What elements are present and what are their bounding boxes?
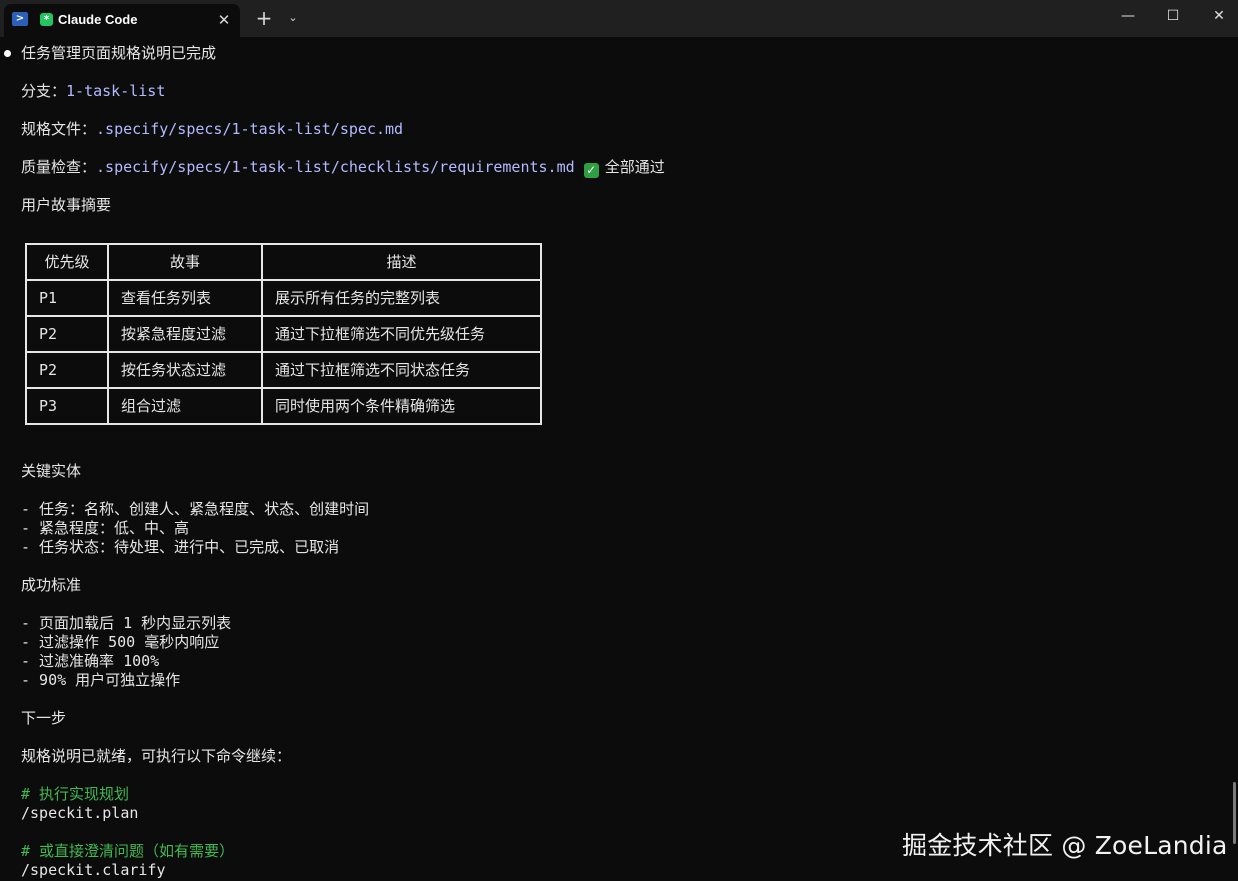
quality-label: 质量检查： <box>21 158 97 176</box>
table-header-row: 优先级 故事 描述 <box>25 243 542 281</box>
claude-icon: * <box>40 13 53 26</box>
spec-line: 规格文件：.specify/specs/1-task-list/spec.md <box>21 120 403 139</box>
table-row: P3 组合过滤 同时使用两个条件精确筛选 <box>25 387 542 425</box>
spec-label: 规格文件： <box>21 120 97 138</box>
next-step-title: 下一步 <box>21 709 67 727</box>
list-item: - 过滤操作 500 毫秒内响应 <box>21 633 220 651</box>
table-cell-priority: P1 <box>25 279 109 317</box>
tab-close-icon[interactable]: ✕ <box>213 10 235 30</box>
stories-title: 用户故事摘要 <box>21 196 112 214</box>
clarify-comment: # 或直接澄清问题（如有需要） <box>21 842 235 860</box>
title-bar: > * Claude Code ✕ + ⌄ — ☐ ✕ <box>0 0 1238 37</box>
watermark: 掘金技术社区 @ ZoeLandia <box>902 831 1228 860</box>
close-window-button[interactable]: ✕ <box>1196 0 1238 32</box>
table-row: P2 按紧急程度过滤 通过下拉框筛选不同优先级任务 <box>25 315 542 353</box>
tab-title: Claude Code <box>58 12 138 27</box>
table-row: P2 按任务状态过滤 通过下拉框筛选不同状态任务 <box>25 351 542 389</box>
table-cell-story: 按任务状态过滤 <box>107 351 263 389</box>
terminal-output[interactable]: 任务管理页面规格说明已完成 分支：1-task-list 规格文件：.speci… <box>0 37 1238 881</box>
spec-path: .specify/specs/1-task-list/spec.md <box>96 120 404 138</box>
tab-dropdown-icon[interactable]: ⌄ <box>283 9 303 27</box>
clarify-command: /speckit.clarify <box>21 861 166 879</box>
plan-comment: # 执行实现规划 <box>21 785 130 803</box>
minimize-button[interactable]: — <box>1105 0 1151 32</box>
table-cell-description: 同时使用两个条件精确筛选 <box>261 387 542 425</box>
plan-command: /speckit.plan <box>21 804 139 822</box>
maximize-button[interactable]: ☐ <box>1150 0 1196 32</box>
table-header: 优先级 <box>25 243 109 281</box>
criteria-title: 成功标准 <box>21 576 82 594</box>
list-item: - 任务：名称、创建人、紧急程度、状态、创建时间 <box>21 500 370 518</box>
next-step-description: 规格说明已就绪，可执行以下命令继续： <box>21 747 292 765</box>
new-tab-button[interactable]: + <box>253 8 275 28</box>
table-cell-story: 查看任务列表 <box>107 279 263 317</box>
branch-value: 1-task-list <box>66 82 166 100</box>
table-cell-story: 组合过滤 <box>107 387 263 425</box>
table-cell-story: 按紧急程度过滤 <box>107 315 263 353</box>
table-cell-description: 展示所有任务的完整列表 <box>261 279 542 317</box>
list-item: - 过滤准确率 100% <box>21 652 160 670</box>
list-item: - 90% 用户可独立操作 <box>21 671 181 689</box>
table-row: P1 查看任务列表 展示所有任务的完整列表 <box>25 279 542 317</box>
table-header: 故事 <box>107 243 263 281</box>
quality-status: 全部通过 <box>604 158 665 176</box>
table-cell-description: 通过下拉框筛选不同状态任务 <box>261 351 542 389</box>
table-cell-priority: P2 <box>25 315 109 353</box>
list-item: - 任务状态：待处理、进行中、已完成、已取消 <box>21 538 340 556</box>
branch-label: 分支： <box>21 82 67 100</box>
tab-claude-code[interactable]: > * Claude Code ✕ <box>4 4 240 37</box>
user-stories-table: 优先级 故事 描述 P1 查看任务列表 展示所有任务的完整列表 P2 按紧急程度… <box>25 243 542 425</box>
branch-line: 分支：1-task-list <box>21 82 165 101</box>
quality-line: 质量检查：.specify/specs/1-task-list/checklis… <box>21 158 665 178</box>
quality-path: .specify/specs/1-task-list/checklists/re… <box>96 158 575 176</box>
completion-heading: 任务管理页面规格说明已完成 <box>21 44 217 62</box>
table-header: 描述 <box>261 243 542 281</box>
table-cell-description: 通过下拉框筛选不同优先级任务 <box>261 315 542 353</box>
list-item: - 紧急程度：低、中、高 <box>21 519 190 537</box>
bullet-icon <box>4 50 11 57</box>
table-cell-priority: P3 <box>25 387 109 425</box>
list-item: - 页面加载后 1 秒内显示列表 <box>21 614 232 632</box>
scrollbar[interactable] <box>1233 782 1236 844</box>
check-mark-icon: ✓ <box>583 163 599 178</box>
powershell-icon: > <box>12 12 28 26</box>
entities-title: 关键实体 <box>21 462 82 480</box>
table-cell-priority: P2 <box>25 351 109 389</box>
